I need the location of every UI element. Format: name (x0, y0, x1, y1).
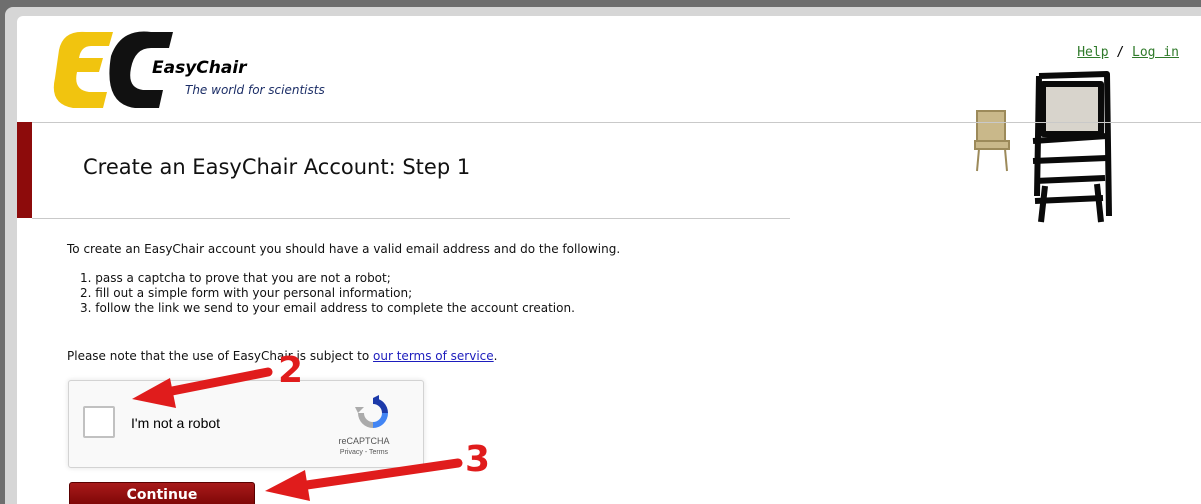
chairs-illustration (974, 71, 1112, 223)
title-divider (32, 218, 790, 219)
recaptcha-terms-link[interactable]: Terms (369, 449, 388, 456)
step-item: 2. fill out a simple form with your pers… (80, 286, 413, 300)
recaptcha-icon (355, 395, 388, 428)
header-divider (17, 122, 1201, 123)
page-container: EasyChair The world for scientists Help … (17, 16, 1201, 504)
brand-name: EasyChair (152, 58, 247, 78)
steps-list: 1. pass a captcha to prove that you are … (80, 271, 575, 316)
title-accent-bar (17, 122, 32, 218)
terms-suffix: . (493, 349, 498, 363)
step-item: 3. follow the link we send to your email… (80, 301, 575, 315)
recaptcha-links-separator: - (364, 449, 368, 456)
recaptcha-widget: I'm not a robot reCAPTCHA Privacy - Term… (68, 380, 424, 468)
not-robot-label: I'm not a robot (131, 415, 221, 431)
page-title: Create an EasyChair Account: Step 1 (83, 155, 471, 179)
terms-link[interactable]: our terms of service (373, 349, 494, 363)
login-link[interactable]: Log in (1132, 45, 1179, 60)
continue-button[interactable]: Continue (69, 482, 255, 504)
top-links: Help / Log in (1077, 45, 1179, 60)
annotation-marker-3: 3 (465, 439, 491, 480)
intro-text: To create an EasyChair account you shoul… (67, 242, 621, 256)
recaptcha-links: Privacy - Terms (309, 449, 419, 456)
recaptcha-privacy-link[interactable]: Privacy (340, 449, 363, 456)
step-item: 1. pass a captcha to prove that you are … (80, 271, 391, 285)
annotation-marker-2: 2 (278, 350, 304, 391)
recaptcha-brand: reCAPTCHA (338, 436, 390, 446)
not-robot-checkbox[interactable] (83, 406, 115, 438)
browser-frame: EasyChair The world for scientists Help … (5, 7, 1201, 504)
terms-prefix: Please note that the use of EasyChair is… (67, 349, 370, 363)
brand-tagline: The world for scientists (185, 83, 325, 97)
help-link[interactable]: Help (1077, 45, 1108, 60)
link-separator: / (1116, 45, 1125, 60)
